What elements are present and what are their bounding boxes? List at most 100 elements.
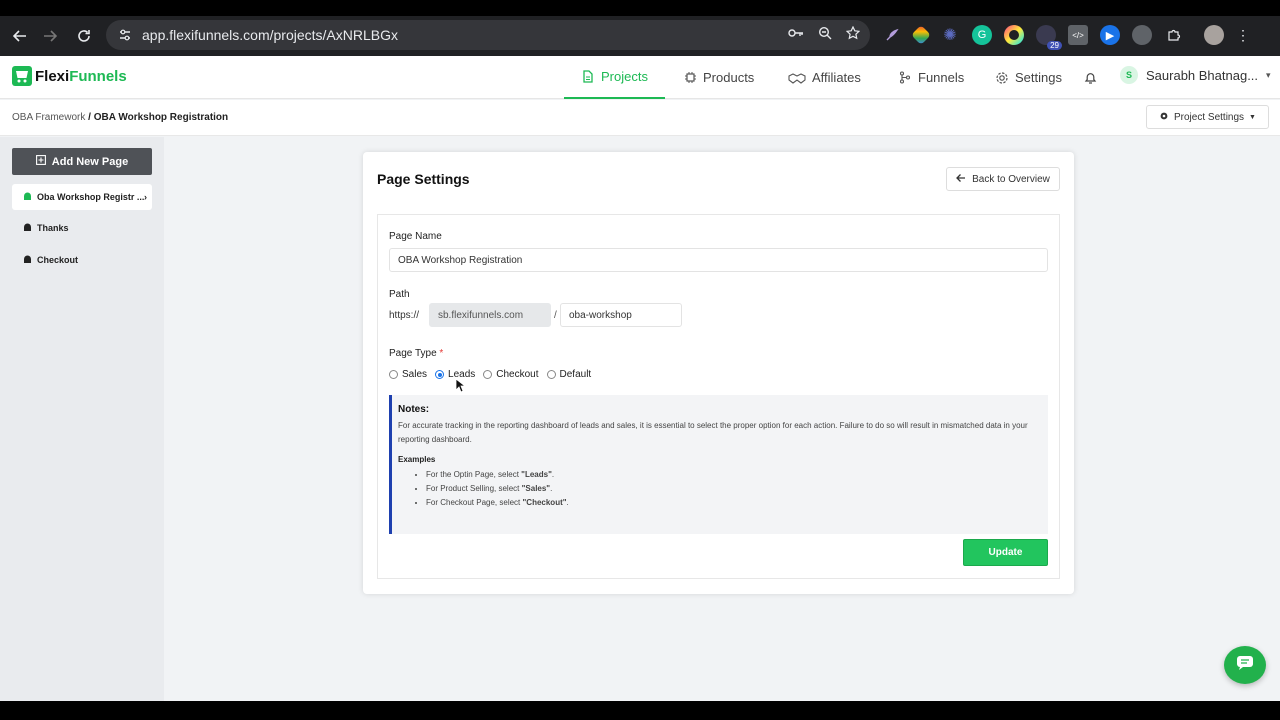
handshake-icon xyxy=(788,71,806,85)
radio-leads-circle[interactable] xyxy=(435,370,445,379)
radio-default-label: Default xyxy=(559,369,592,380)
app-root: FlexiFunnels Projects Products Affiliate… xyxy=(0,56,1280,701)
radio-checkout-circle[interactable] xyxy=(483,370,493,379)
radio-default-circle[interactable] xyxy=(546,370,556,379)
example-suffix: . xyxy=(566,498,569,507)
nav-projects-label: Projects xyxy=(601,69,648,84)
document-icon xyxy=(581,70,595,84)
radio-sales-circle[interactable] xyxy=(389,370,398,379)
colorful-extension-icon[interactable] xyxy=(911,25,931,45)
example-item: For the Optin Page, select "Leads". xyxy=(426,468,1042,482)
example-text: For the Optin Page, select xyxy=(426,470,522,479)
back-to-overview-button[interactable]: Back to Overview xyxy=(946,167,1060,191)
address-bar[interactable]: app.flexifunnels.com/projects/AxNRLBGx xyxy=(106,20,870,50)
radio-checkout-label: Checkout xyxy=(496,369,539,380)
url-text[interactable]: app.flexifunnels.com/projects/AxNRLBGx xyxy=(142,27,398,43)
gear-extension-icon[interactable]: ✺ xyxy=(940,25,960,45)
ring-extension-icon[interactable] xyxy=(1004,25,1024,45)
blue-extension-icon[interactable]: ▶ xyxy=(1100,25,1120,45)
user-dropdown-chevron-icon: ▾ xyxy=(1266,69,1271,80)
bookmark-star-icon[interactable] xyxy=(845,25,861,45)
profile-avatar-icon[interactable] xyxy=(1204,25,1224,45)
badge-extension-icon[interactable]: 29 xyxy=(1036,25,1062,50)
example-text: For Product Selling, select xyxy=(426,484,522,493)
example-item: For Product Selling, select "Sales". xyxy=(426,482,1042,496)
code-extension-icon[interactable]: </> xyxy=(1068,25,1088,45)
sidebar-item-label: Oba Workshop Registr ... xyxy=(37,192,145,202)
path-label: Path xyxy=(389,289,410,300)
page-type-radio-group: Sales Leads Checkout Default xyxy=(389,369,599,380)
feather-extension-icon[interactable] xyxy=(882,25,902,45)
mouse-cursor-icon xyxy=(455,378,467,398)
user-menu[interactable]: S Saurabh Bhatnag... ▾ xyxy=(1120,66,1271,84)
page-name-input[interactable]: OBA Workshop Registration xyxy=(389,248,1048,272)
path-separator: / xyxy=(554,310,557,321)
nav-funnels-label: Funnels xyxy=(918,70,965,85)
forward-arrow-icon[interactable] xyxy=(34,20,66,52)
radio-default[interactable]: Default xyxy=(546,369,592,380)
sidebar-item-checkout[interactable]: Checkout xyxy=(12,247,152,273)
path-domain-field: sb.flexifunnels.com xyxy=(429,303,551,327)
grammarly-icon[interactable]: G xyxy=(972,25,992,45)
chevron-right-icon: › xyxy=(144,192,147,202)
example-value: "Sales" xyxy=(521,484,551,493)
settings-gear-icon xyxy=(995,71,1009,85)
chat-support-button[interactable] xyxy=(1224,646,1266,684)
project-settings-label: Project Settings xyxy=(1174,111,1245,123)
chat-bubble-icon xyxy=(1236,655,1254,676)
notes-panel: Notes: For accurate tracking in the repo… xyxy=(389,395,1048,534)
arrow-left-icon xyxy=(956,173,966,186)
notifications-bell-icon[interactable] xyxy=(1084,56,1097,99)
password-key-icon[interactable] xyxy=(788,26,804,44)
pages-sidebar: Add New Page Oba Workshop Registr ... › … xyxy=(0,137,164,701)
radio-checkout[interactable]: Checkout xyxy=(483,369,539,380)
example-item: For Checkout Page, select "Checkout". xyxy=(426,496,1042,510)
puzzle-extensions-icon[interactable] xyxy=(1164,25,1184,45)
breadcrumb-parent[interactable]: OBA Framework xyxy=(12,112,85,123)
nav-settings-label: Settings xyxy=(1015,70,1062,85)
add-new-page-button[interactable]: Add New Page xyxy=(12,148,152,175)
breadcrumb: OBA Framework / OBA Workshop Registratio… xyxy=(12,112,228,123)
zoom-icon[interactable] xyxy=(818,26,832,45)
path-slug-input[interactable]: oba-workshop xyxy=(560,303,682,327)
examples-list: For the Optin Page, select "Leads". For … xyxy=(426,468,1042,510)
nav-projects[interactable]: Projects xyxy=(564,56,665,99)
examples-title: Examples xyxy=(398,455,436,464)
reload-icon[interactable] xyxy=(68,20,100,52)
logo[interactable]: FlexiFunnels xyxy=(12,66,127,86)
example-value: "Leads" xyxy=(521,470,552,479)
browser-menu-icon[interactable]: ⋮ xyxy=(1236,27,1250,44)
logo-text-funnels: Funnels xyxy=(69,67,127,85)
nav-products[interactable]: Products xyxy=(683,56,754,99)
example-value: "Checkout" xyxy=(522,498,567,507)
top-navigation: FlexiFunnels Projects Products Affiliate… xyxy=(0,56,1280,99)
page-name-label: Page Name xyxy=(389,231,442,242)
page-type-label-text: Page Type xyxy=(389,348,437,359)
nav-funnels[interactable]: Funnels xyxy=(898,56,964,99)
example-suffix: . xyxy=(550,484,553,493)
settings-cog-icon xyxy=(1159,111,1169,124)
nav-affiliates-label: Affiliates xyxy=(812,70,861,85)
radio-sales[interactable]: Sales xyxy=(389,369,427,380)
site-settings-icon[interactable] xyxy=(110,28,140,42)
required-marker: * xyxy=(439,348,444,359)
nav-settings[interactable]: Settings xyxy=(995,56,1062,99)
page-android-icon xyxy=(23,223,32,234)
page-title: Page Settings xyxy=(377,171,470,187)
plus-square-icon xyxy=(35,155,46,168)
notes-title: Notes: xyxy=(398,404,430,415)
sidebar-item-label: Thanks xyxy=(37,223,69,233)
breadcrumb-current: / OBA Workshop Registration xyxy=(88,112,229,123)
project-settings-button[interactable]: Project Settings ▼ xyxy=(1146,105,1269,129)
page-android-icon-green xyxy=(23,192,32,203)
sidebar-item-registration[interactable]: Oba Workshop Registr ... › xyxy=(12,184,152,210)
back-to-overview-label: Back to Overview xyxy=(972,173,1050,185)
back-arrow-icon[interactable] xyxy=(4,20,36,52)
sidebar-item-thanks[interactable]: Thanks xyxy=(12,215,152,241)
nav-affiliates[interactable]: Affiliates xyxy=(788,56,861,99)
update-button[interactable]: Update xyxy=(963,539,1048,566)
page-android-icon xyxy=(23,255,32,266)
add-new-page-label: Add New Page xyxy=(51,155,129,168)
caret-down-icon: ▼ xyxy=(1249,113,1256,121)
grey-extension-icon[interactable] xyxy=(1132,25,1152,45)
